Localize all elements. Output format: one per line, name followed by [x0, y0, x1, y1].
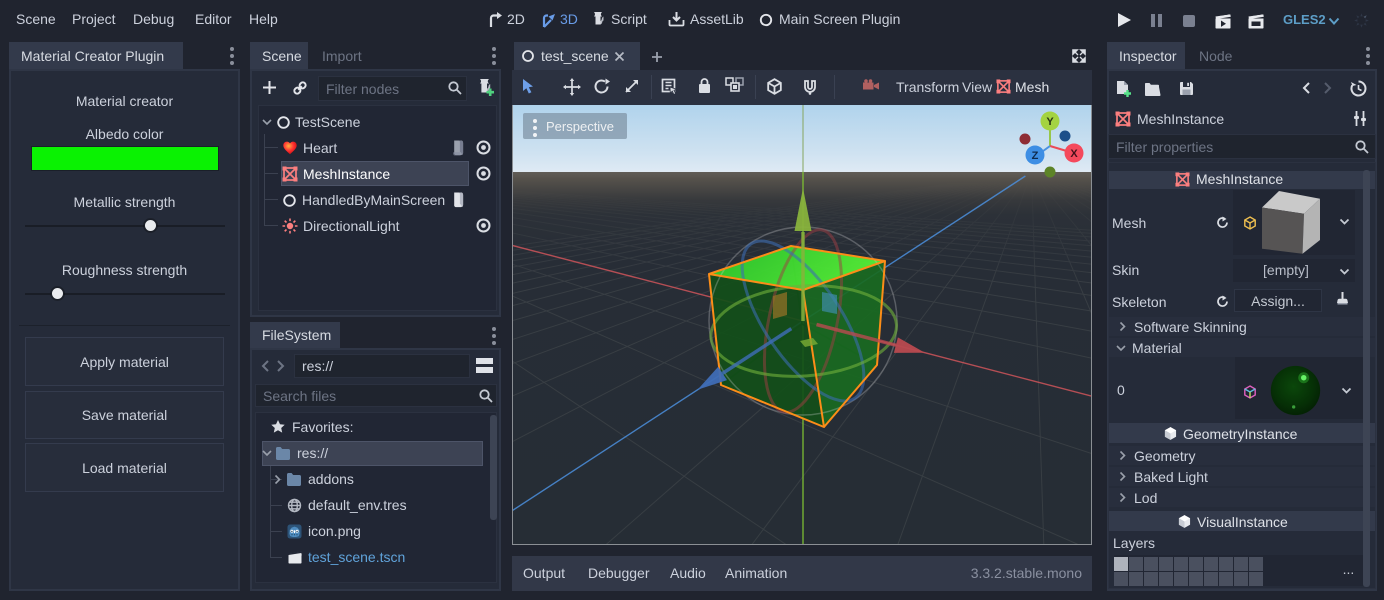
svg-text:Y: Y	[1046, 116, 1054, 128]
svg-text:X: X	[1070, 148, 1078, 160]
svg-text:Perspective: Perspective	[546, 119, 614, 134]
svg-text:Z: Z	[1032, 150, 1039, 162]
